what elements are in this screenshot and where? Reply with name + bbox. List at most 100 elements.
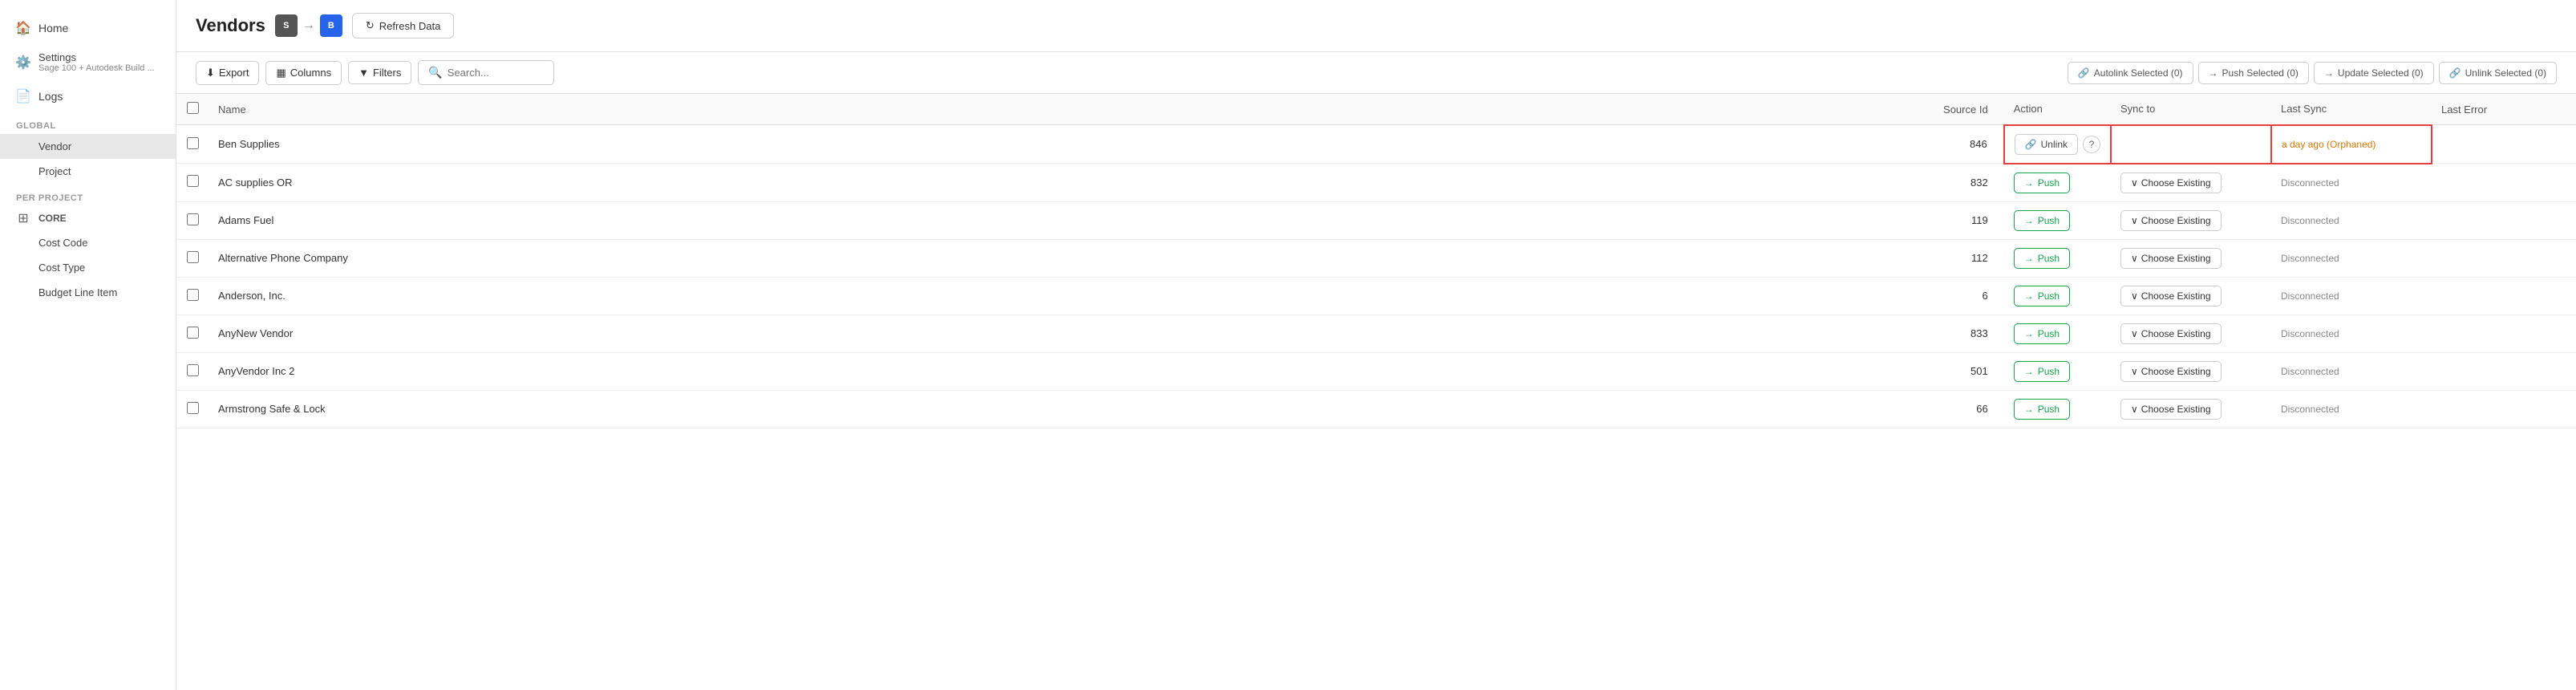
row-name: Ben Supplies [209,125,1924,164]
row-last-error [2432,390,2576,428]
select-all-checkbox[interactable] [187,102,199,114]
choose-existing-button[interactable]: ∨ Choose Existing [2120,399,2222,420]
help-button[interactable]: ? [2083,136,2100,153]
unlink-button[interactable]: 🔗 Unlink [2015,134,2078,155]
row-last-sync: Disconnected [2271,315,2432,352]
push-arrow-icon: → [2024,177,2034,189]
refresh-icon: ↻ [366,19,375,32]
row-sync-to [2111,125,2271,164]
search-container[interactable]: 🔍 [418,60,553,85]
row-action: → Push [2004,277,2111,315]
push-arrow-icon: → [2024,404,2034,415]
choose-existing-button[interactable]: ∨ Choose Existing [2120,361,2222,382]
push-button[interactable]: → Push [2014,286,2070,306]
table-row: Adams Fuel119→ Push∨ Choose ExistingDisc… [176,201,2576,239]
autolink-selected-button[interactable]: 🔗 Autolink Selected (0) [2068,62,2193,84]
choose-existing-button[interactable]: ∨ Choose Existing [2120,286,2222,306]
row-checkbox-5[interactable] [187,289,199,301]
main-header: Vendors S → B ↻ Refresh Data [176,0,2576,52]
push-button[interactable]: → Push [2014,210,2070,231]
filters-button[interactable]: ▼ Filters [348,61,411,84]
table-row: AC supplies OR832→ Push∨ Choose Existing… [176,164,2576,202]
refresh-label: Refresh Data [379,20,441,32]
disconnected-status: Disconnected [2281,404,2339,415]
disconnected-status: Disconnected [2281,290,2339,302]
push-button[interactable]: → Push [2014,399,2070,420]
push-button[interactable]: → Push [2014,361,2070,382]
columns-button[interactable]: ▦ Columns [265,61,342,85]
sidebar-item-budget-line-item[interactable]: Budget Line Item [0,280,176,305]
toolbar-right: 🔗 Autolink Selected (0) → Push Selected … [2068,62,2557,84]
row-last-error [2432,277,2576,315]
sidebar-item-project[interactable]: Project [0,159,176,184]
badge-autodesk-label: B [328,21,334,30]
row-checkbox-3[interactable] [187,213,199,225]
row-action: → Push [2004,201,2111,239]
search-input[interactable] [448,67,544,79]
row-name: Anderson, Inc. [209,277,1924,315]
toolbar-left: ⬇ Export ▦ Columns ▼ Filters 🔍 [196,60,2060,85]
sidebar-item-settings[interactable]: ⚙️ Settings Sage 100 + Autodesk Build ..… [0,43,176,81]
push-button[interactable]: → Push [2014,172,2070,193]
push-arrow-icon: → [2024,253,2034,264]
grid-icon: ⊞ [16,211,30,225]
choose-existing-button[interactable]: ∨ Choose Existing [2120,248,2222,269]
columns-label: Columns [290,67,331,79]
refresh-button[interactable]: ↻ Refresh Data [352,13,455,39]
row-last-sync: Disconnected [2271,201,2432,239]
push-button[interactable]: → Push [2014,248,2070,269]
settings-sublabel: Sage 100 + Autodesk Build ... [38,63,155,73]
row-source-id: 833 [1924,315,2004,352]
arrow-right-icon: → [302,18,315,33]
row-checkbox-4[interactable] [187,251,199,263]
row-sync-to: ∨ Choose Existing [2111,201,2271,239]
sidebar-item-home[interactable]: 🏠 Home [0,13,176,43]
row-checkbox-1[interactable] [187,137,199,149]
choose-existing-button[interactable]: ∨ Choose Existing [2120,210,2222,231]
row-action: → Push [2004,239,2111,277]
sidebar: 🏠 Home ⚙️ Settings Sage 100 + Autodesk B… [0,0,176,690]
export-button[interactable]: ⬇ Export [196,61,259,85]
row-checkbox-2[interactable] [187,175,199,187]
push-arrow-icon: → [2024,215,2034,226]
sidebar-item-cost-type[interactable]: Cost Type [0,255,176,280]
row-last-sync: Disconnected [2271,277,2432,315]
col-header-sync-to: Sync to [2111,94,2271,125]
settings-label: Settings [38,51,155,63]
row-sync-to: ∨ Choose Existing [2111,239,2271,277]
integration-badges: S → B [275,14,342,37]
row-source-id: 501 [1924,352,2004,390]
push-selected-button[interactable]: → Push Selected (0) [2198,62,2309,84]
choose-existing-button[interactable]: ∨ Choose Existing [2120,323,2222,344]
disconnected-status: Disconnected [2281,253,2339,264]
section-per-project: PER PROJECT [0,184,176,206]
table-body: Ben Supplies846🔗 Unlink?a day ago (Orpha… [176,125,2576,428]
core-label: CORE [38,213,67,224]
choose-existing-button[interactable]: ∨ Choose Existing [2120,172,2222,193]
col-header-source-id: Source Id [1924,94,2004,125]
unlink-icon: 🔗 [2449,67,2461,79]
row-checkbox-cell [176,352,209,390]
row-checkbox-cell [176,390,209,428]
row-checkbox-8[interactable] [187,402,199,414]
row-checkbox-6[interactable] [187,327,199,339]
table-row: AnyVendor Inc 2501→ Push∨ Choose Existin… [176,352,2576,390]
col-header-action: Action [2004,94,2111,125]
sidebar-item-cost-code[interactable]: Cost Code [0,230,176,255]
sidebar-item-home-label: Home [38,22,68,34]
sidebar-item-vendor[interactable]: Vendor [0,134,176,159]
vendors-table-container: Name Source Id Action Sync to Last Sync … [176,94,2576,690]
row-checkbox-7[interactable] [187,364,199,376]
row-name: AC supplies OR [209,164,1924,202]
unlink-selected-button[interactable]: 🔗 Unlink Selected (0) [2439,62,2557,84]
row-checkbox-cell [176,164,209,202]
sidebar-item-logs[interactable]: 📄 Logs [0,81,176,112]
unlink-icon: 🔗 [2025,139,2037,150]
row-action: → Push [2004,390,2111,428]
update-selected-button[interactable]: → Update Selected (0) [2314,62,2434,84]
table-row: Alternative Phone Company112→ Push∨ Choo… [176,239,2576,277]
home-icon: 🏠 [16,21,30,35]
row-source-id: 66 [1924,390,2004,428]
push-button[interactable]: → Push [2014,323,2070,344]
disconnected-status: Disconnected [2281,215,2339,226]
